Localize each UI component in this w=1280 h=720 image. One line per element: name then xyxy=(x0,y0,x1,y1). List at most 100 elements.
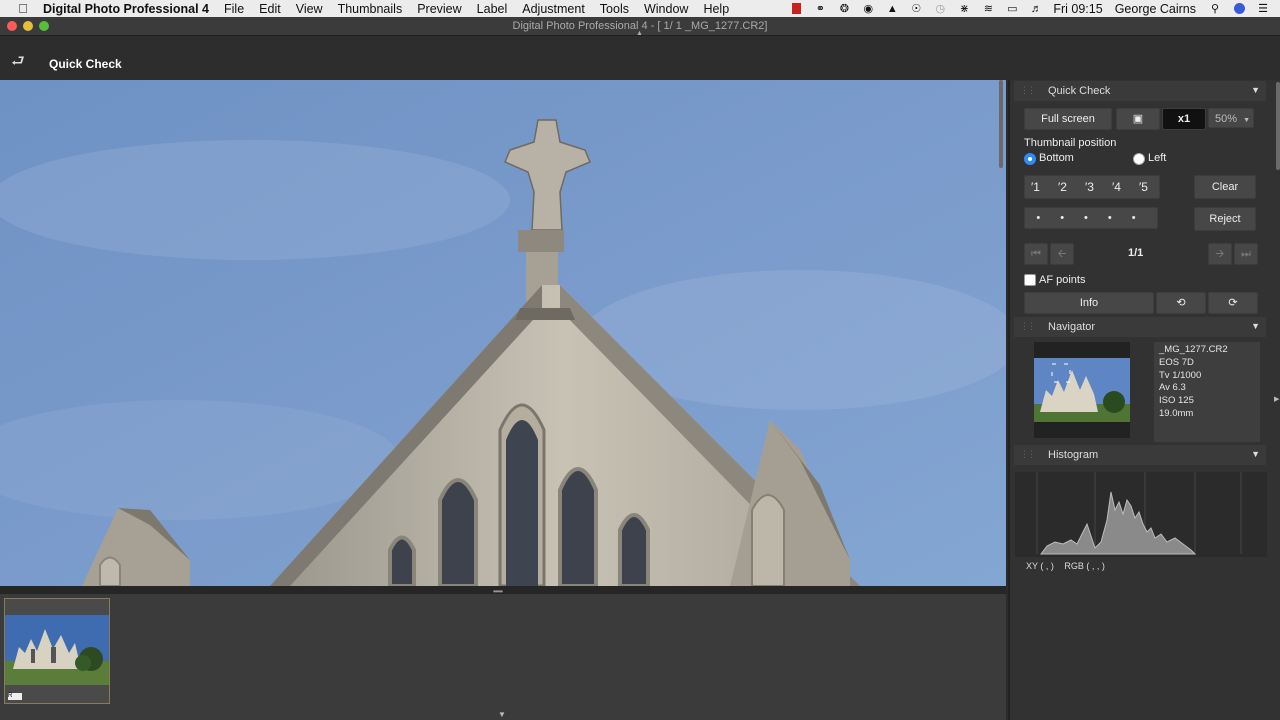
sync-icon[interactable]: ☉ xyxy=(909,3,923,15)
panel-grip-icon[interactable]: ⋮⋮ xyxy=(1020,449,1036,460)
panel-grip-icon[interactable]: ⋮⋮ xyxy=(1020,321,1036,332)
quick-check-panel-header[interactable]: ⋮⋮ Quick Check ▼ xyxy=(1014,81,1266,101)
menu-adjustment[interactable]: Adjustment xyxy=(522,2,585,16)
last-image-button[interactable]: ⏭ xyxy=(1234,243,1258,265)
zoom-select-value: 50% xyxy=(1215,113,1238,125)
panel-scrollbar[interactable] xyxy=(1276,82,1280,170)
chevron-down-icon: ▼ xyxy=(1243,117,1251,124)
thumbnail-image xyxy=(5,615,109,685)
first-icon: ⏮ xyxy=(1031,248,1041,260)
rotate-left-icon: ⟲ xyxy=(1176,297,1186,309)
siri-icon[interactable] xyxy=(1232,3,1246,15)
rating-4-button[interactable]: ′4 xyxy=(1112,180,1121,194)
info-filename: _MG_1277.CR2 xyxy=(1159,344,1228,355)
camera-icon[interactable]: ◉ xyxy=(861,3,875,15)
rating-buttons: ′1 ′2 ′3 ′4 ′5 xyxy=(1024,175,1160,199)
time-machine-icon[interactable]: ◷ xyxy=(933,3,947,15)
airplay-icon[interactable]: ▭ xyxy=(1005,3,1019,15)
menu-bar:  Digital Photo Professional 4 File Edit… xyxy=(0,0,1280,17)
navigator-thumbnail xyxy=(1034,358,1130,422)
radio-bottom-label: Bottom xyxy=(1039,152,1074,164)
rating-5-button[interactable]: ′5 xyxy=(1139,180,1148,194)
panel-expand-arrow-icon[interactable]: ▶ xyxy=(1274,395,1279,403)
info-aperture: Av 6.3 xyxy=(1159,382,1186,394)
thumbnail-item[interactable]: R xyxy=(4,598,110,704)
radio-bottom[interactable] xyxy=(1024,153,1036,165)
drive-icon[interactable]: ▲ xyxy=(885,3,899,15)
aperture-icon[interactable]: ❂ xyxy=(837,3,851,15)
preview-photo xyxy=(0,80,1006,586)
rating-4-label: 4 xyxy=(1114,180,1121,194)
zoom-1x-button[interactable]: x1 xyxy=(1162,108,1206,130)
menu-preview[interactable]: Preview xyxy=(417,2,461,16)
rotate-left-button[interactable]: ⟲ xyxy=(1156,292,1206,314)
panel-grip-icon[interactable]: ⋮⋮ xyxy=(1020,85,1036,96)
menu-tools[interactable]: Tools xyxy=(600,2,629,16)
record-icon[interactable] xyxy=(789,3,803,15)
collapse-triangle-icon[interactable]: ▼ xyxy=(1251,85,1260,95)
wifi-icon[interactable]: ≋ xyxy=(981,3,995,15)
info-iso: ISO 125 xyxy=(1159,395,1194,407)
clock[interactable]: Fri 09:15 xyxy=(1053,2,1102,16)
image-viewer[interactable] xyxy=(0,80,1006,586)
menu-app-name[interactable]: Digital Photo Professional 4 xyxy=(43,2,209,16)
menu-edit[interactable]: Edit xyxy=(259,2,281,16)
check-mark-buttons[interactable]: ••••• xyxy=(1024,207,1158,229)
histogram-graph xyxy=(1036,472,1242,555)
fit-to-window-button[interactable]: ▣ xyxy=(1116,108,1160,130)
back-button[interactable]: ⮐ xyxy=(7,52,29,72)
menu-window[interactable]: Window xyxy=(644,2,688,16)
zoom-select[interactable]: 50% ▼ xyxy=(1208,108,1254,128)
clear-button[interactable]: Clear xyxy=(1194,175,1256,199)
menu-thumbnails[interactable]: Thumbnails xyxy=(338,2,403,16)
collapse-triangle-icon[interactable]: ▼ xyxy=(1251,321,1260,331)
filmstrip-splitter[interactable] xyxy=(0,586,1006,594)
prev-image-button[interactable]: 🡨 xyxy=(1050,243,1074,265)
next-arrow-icon: 🡪 xyxy=(1215,248,1225,260)
first-image-button[interactable]: ⏮ xyxy=(1024,243,1048,265)
next-image-button[interactable]: 🡪 xyxy=(1208,243,1232,265)
creative-cloud-icon[interactable]: ⚭ xyxy=(813,3,827,15)
thumbnail-position-label: Thumbnail position xyxy=(1024,137,1117,149)
menu-file[interactable]: File xyxy=(224,2,244,16)
menu-view[interactable]: View xyxy=(296,2,323,16)
radio-left[interactable] xyxy=(1133,153,1145,165)
rating-2-button[interactable]: ′2 xyxy=(1058,180,1067,194)
spotlight-search-icon[interactable]: ⚲ xyxy=(1208,3,1222,15)
prev-arrow-icon: 🡨 xyxy=(1057,248,1067,260)
user-name[interactable]: George Cairns xyxy=(1115,2,1196,16)
last-icon: ⏭ xyxy=(1241,248,1251,260)
tool-title: Quick Check xyxy=(49,57,122,71)
xy-readout: XY ( , ) xyxy=(1026,561,1054,571)
radio-left-label: Left xyxy=(1148,152,1167,164)
notification-center-icon[interactable]: ☰ xyxy=(1256,3,1270,15)
raw-badge: R xyxy=(8,693,22,700)
menu-help[interactable]: Help xyxy=(703,2,729,16)
apple-menu-icon[interactable]:  xyxy=(16,1,30,16)
info-button[interactable]: Info xyxy=(1024,292,1154,314)
filmstrip-collapse-icon[interactable]: ▼ xyxy=(498,710,506,719)
rotate-right-button[interactable]: ⟳ xyxy=(1208,292,1258,314)
volume-icon[interactable]: ♬ xyxy=(1029,3,1043,15)
bluetooth-icon[interactable]: ⋇ xyxy=(957,3,971,15)
full-screen-button[interactable]: Full screen xyxy=(1024,108,1112,130)
histogram-panel-header[interactable]: ⋮⋮ Histogram ▼ xyxy=(1014,445,1266,465)
rating-2-label: 2 xyxy=(1060,180,1067,194)
reject-button[interactable]: Reject xyxy=(1194,207,1256,231)
quick-check-panel-title: Quick Check xyxy=(1048,85,1111,97)
af-points-checkbox[interactable] xyxy=(1024,274,1036,286)
histogram-display xyxy=(1015,472,1267,557)
rgb-readout: RGB ( , , ) xyxy=(1064,561,1105,571)
navigator-preview[interactable] xyxy=(1034,342,1130,438)
rating-1-button[interactable]: ′1 xyxy=(1031,180,1040,194)
navigator-panel-header[interactable]: ⋮⋮ Navigator ▼ xyxy=(1014,317,1266,337)
collapse-triangle-icon[interactable]: ▼ xyxy=(1251,449,1260,459)
viewer-scrollbar[interactable] xyxy=(999,80,1003,168)
rating-3-button[interactable]: ′3 xyxy=(1085,180,1094,194)
quick-check-toolbar: ⮐ Quick Check xyxy=(0,36,1280,80)
check-mark-dots-icon: ••••• xyxy=(1036,212,1156,224)
rotate-right-icon: ⟳ xyxy=(1228,297,1238,309)
menu-label[interactable]: Label xyxy=(477,2,508,16)
histogram-panel-title: Histogram xyxy=(1048,449,1099,461)
filmstrip: R xyxy=(0,594,1006,720)
